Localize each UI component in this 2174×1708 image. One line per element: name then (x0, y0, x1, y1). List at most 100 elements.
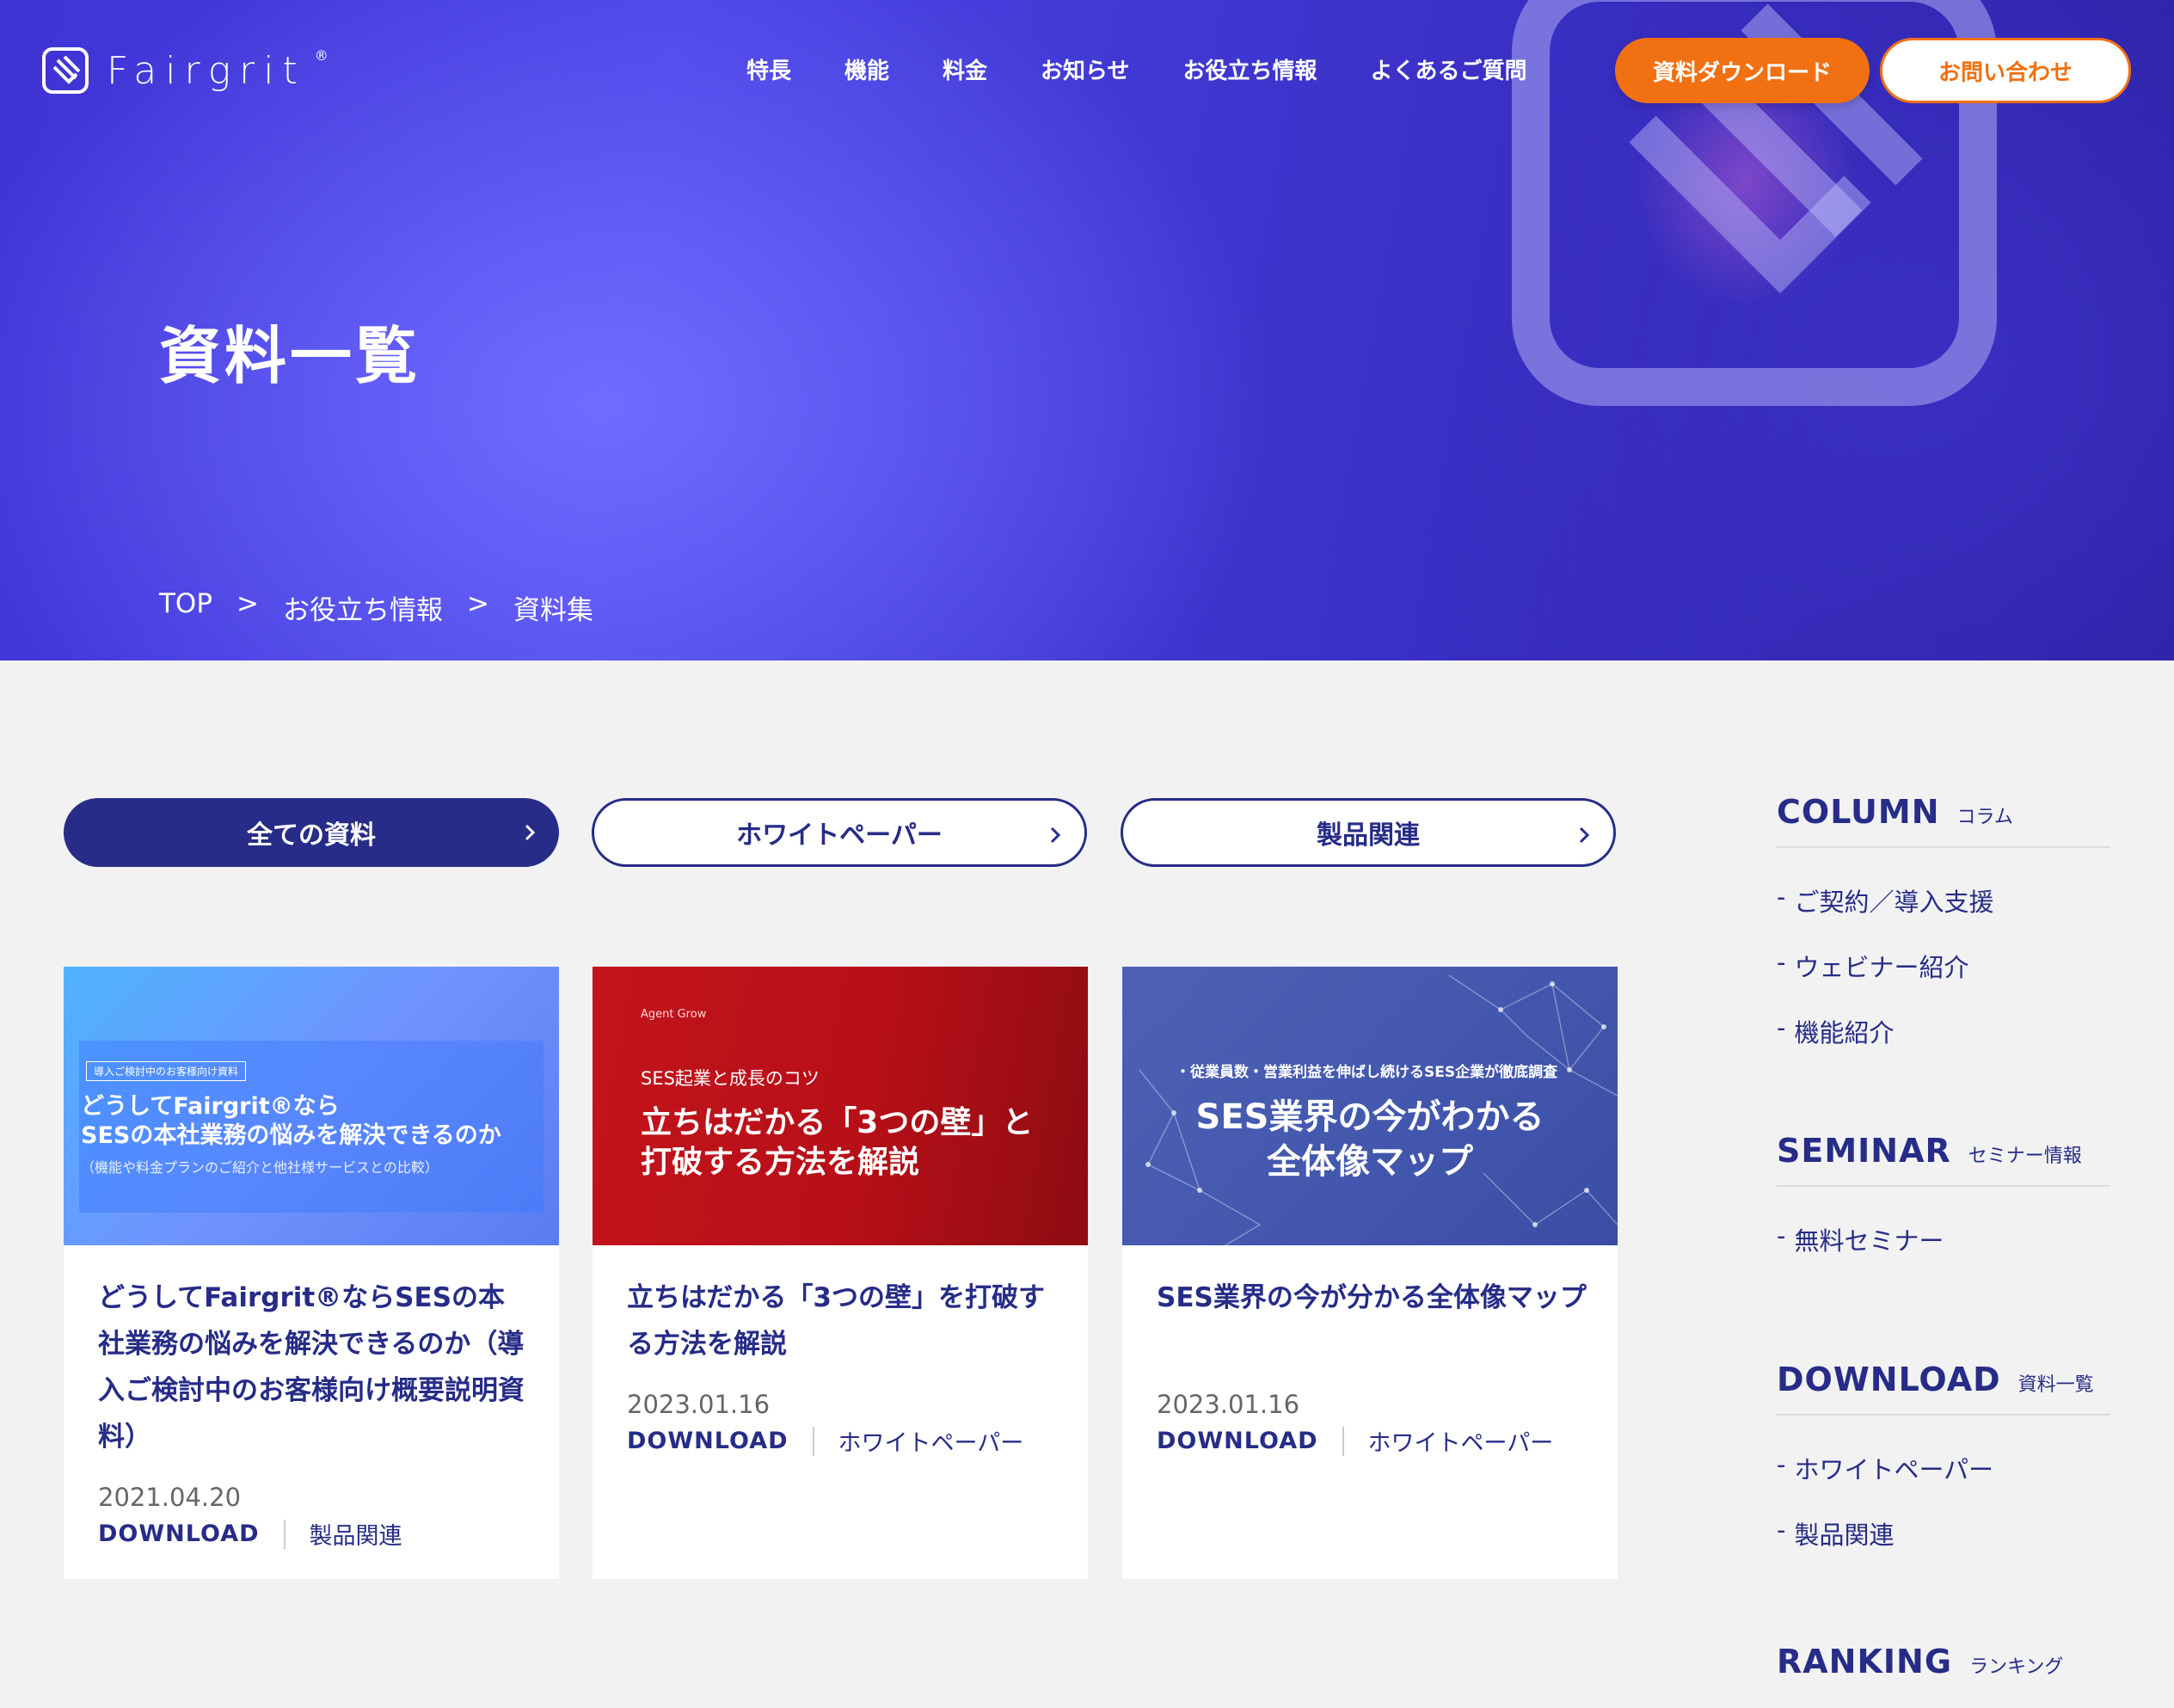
nav-pricing[interactable]: 料金 (943, 53, 987, 85)
sidebar-heading: DOWNLOAD 資料一覧 (1777, 1361, 2110, 1416)
site-logo[interactable]: Fairgrit ® (41, 46, 337, 95)
sidebar-list: - 無料セミナー (1777, 1221, 2110, 1257)
tab-label: 製品関連 (1317, 820, 1420, 851)
sidebar-heading-jp: コラム (1956, 807, 2013, 828)
material-card[interactable]: Agent Grow SES起業と成長のコツ 立ちはだかる「3つの壁」と 打破す… (593, 967, 1088, 1579)
sidebar-seminar: SEMINAR セミナー情報 - 無料セミナー (1777, 1132, 2110, 1257)
sidebar-heading: SEMINAR セミナー情報 (1777, 1132, 2110, 1187)
thumbnail-headline: SES業界の今がわかる (1195, 1097, 1545, 1137)
card-download-link[interactable]: DOWNLOAD (98, 1521, 260, 1547)
tab-label: 全ての資料 (247, 820, 376, 851)
sidebar-item-label: ホワイトペーパー (1794, 1455, 1994, 1484)
material-card[interactable]: 導入ご検討中のお客様向け資料 どうしてFairgrit®なら SESの本社業務の… (64, 967, 559, 1579)
chevron-right-icon (525, 824, 536, 841)
material-card[interactable]: ・従業員数・営業利益を伸ばし続けるSES企業が徹底調査 SES業界の今がわかる … (1122, 967, 1618, 1579)
card-date: 2023.01.16 (1157, 1390, 1300, 1419)
chevron-right-icon (1050, 826, 1061, 844)
card-title[interactable]: SES業界の今が分かる全体像マップ (1157, 1275, 1587, 1321)
sidebar-heading-jp: セミナー情報 (1968, 1146, 2082, 1167)
sidebar-item-webinar[interactable]: - ウェビナー紹介 (1777, 948, 2110, 984)
list-bullet: - (1777, 1013, 1786, 1042)
card-meta: DOWNLOAD ホワイトペーパー (1157, 1424, 1553, 1458)
list-bullet: - (1777, 1515, 1786, 1545)
card-category[interactable]: ホワイトペーパー (838, 1424, 1024, 1458)
sidebar-item-whitepaper[interactable]: - ホワイトペーパー (1777, 1450, 2110, 1486)
sidebar-column: COLUMN コラム - ご契約／導入支援 - ウェビナー紹介 - 機能紹介 (1777, 793, 2110, 1049)
tab-whitepaper[interactable]: ホワイトペーパー (592, 798, 1087, 867)
breadcrumb-resources[interactable]: お役立ち情報 (283, 588, 443, 627)
hero-banner: Fairgrit ® 特長 機能 料金 お知らせ お役立ち情報 よくあるご質問 … (0, 0, 2174, 660)
thumbnail-subline: ・従業員数・営業利益を伸ばし続けるSES企業が徹底調査 (1176, 1064, 1558, 1081)
thumbnail-brand: Agent Grow (641, 1008, 707, 1021)
logo-registered-mark: ® (314, 46, 329, 64)
card-title[interactable]: 立ちはだかる「3つの壁」を打破する方法を解説 (627, 1275, 1057, 1367)
thumbnail-headline: 立ちはだかる「3つの壁」と (641, 1105, 1034, 1140)
meta-divider (812, 1426, 814, 1456)
sidebar-heading-jp: 資料一覧 (2017, 1374, 2094, 1396)
sidebar-ranking: RANKING ランキング (1777, 1643, 2110, 1696)
contact-button[interactable]: お問い合わせ (1880, 38, 2131, 103)
sidebar-heading-en: COLUMN (1777, 793, 1940, 831)
nav-faq[interactable]: よくあるご質問 (1371, 53, 1527, 85)
card-category[interactable]: ホワイトペーパー (1368, 1424, 1554, 1458)
thumbnail-subline: （機能や料金プランのご紹介と他社様サービスとの比較） (81, 1159, 439, 1176)
nav-functions[interactable]: 機能 (844, 53, 889, 85)
sidebar-item-label: ご契約／導入支援 (1794, 888, 1994, 917)
list-bullet: - (1777, 1221, 1786, 1250)
breadcrumb-separator: > (236, 588, 260, 619)
list-bullet: - (1777, 1450, 1786, 1479)
sidebar-item-label: 無料セミナー (1794, 1226, 1944, 1256)
card-download-link[interactable]: DOWNLOAD (627, 1428, 789, 1454)
sidebar-heading-jp: ランキング (1969, 1656, 2064, 1678)
sidebar-download: DOWNLOAD 資料一覧 - ホワイトペーパー - 製品関連 (1777, 1361, 2110, 1551)
sidebar-item-free-seminar[interactable]: - 無料セミナー (1777, 1221, 2110, 1257)
card-meta: DOWNLOAD 製品関連 (98, 1517, 402, 1551)
thumbnail-headline: 打破する方法を解説 (641, 1145, 920, 1180)
tab-label: ホワイトペーパー (736, 820, 943, 851)
card-download-link[interactable]: DOWNLOAD (1157, 1428, 1318, 1454)
sidebar-item-contract-support[interactable]: - ご契約／導入支援 (1777, 882, 2110, 919)
sidebar-item-product-related[interactable]: - 製品関連 (1777, 1515, 2110, 1551)
card-meta: DOWNLOAD ホワイトペーパー (627, 1424, 1023, 1458)
sidebar-item-functions[interactable]: - 機能紹介 (1777, 1013, 2110, 1049)
sidebar-heading-en: DOWNLOAD (1777, 1361, 2001, 1398)
breadcrumb-top[interactable]: TOP (159, 588, 212, 627)
sidebar-item-label: ウェビナー紹介 (1794, 953, 1969, 982)
thumbnail-headline: 全体像マップ (1267, 1142, 1473, 1182)
sidebar-heading: RANKING ランキング (1777, 1643, 2110, 1696)
card-thumbnail[interactable]: Agent Grow SES起業と成長のコツ 立ちはだかる「3つの壁」と 打破す… (593, 967, 1088, 1245)
global-nav: 特長 機能 料金 お知らせ お役立ち情報 よくあるご質問 (746, 53, 1527, 85)
list-bullet: - (1777, 948, 1786, 977)
breadcrumb-separator: > (467, 588, 489, 619)
tab-all-materials[interactable]: 全ての資料 (64, 798, 559, 867)
download-materials-button[interactable]: 資料ダウンロード (1615, 38, 1870, 103)
sidebar-heading: COLUMN コラム (1777, 793, 2110, 848)
sidebar-heading-en: RANKING (1777, 1643, 1953, 1680)
card-title[interactable]: どうしてFairgrit®ならSESの本社業務の悩みを解決できるのか（導入ご検討… (98, 1275, 528, 1460)
logo-text: Fairgrit (107, 48, 306, 93)
nav-resources[interactable]: お役立ち情報 (1183, 53, 1317, 85)
thumbnail-subline: SES起業と成長のコツ (641, 1068, 820, 1089)
logo-mark-icon (42, 47, 89, 94)
card-thumbnail[interactable]: 導入ご検討中のお客様向け資料 どうしてFairgrit®なら SESの本社業務の… (64, 967, 559, 1245)
nav-news[interactable]: お知らせ (1041, 53, 1129, 85)
page-title: 資料一覧 (159, 320, 421, 392)
sidebar-item-label: 製品関連 (1794, 1521, 1895, 1550)
breadcrumb: TOP > お役立ち情報 > 資料集 (159, 588, 593, 627)
list-bullet: - (1777, 882, 1786, 912)
card-thumbnail[interactable]: ・従業員数・営業利益を伸ばし続けるSES企業が徹底調査 SES業界の今がわかる … (1122, 967, 1618, 1245)
thumbnail-tag: 導入ご検討中のお客様向け資料 (86, 1061, 247, 1081)
card-date: 2021.04.20 (98, 1483, 242, 1512)
meta-divider (1342, 1426, 1344, 1456)
card-category[interactable]: 製品関連 (310, 1517, 402, 1551)
sidebar-heading-en: SEMINAR (1777, 1132, 1951, 1170)
thumbnail-headline: SESの本社業務の悩みを解決できるのか (81, 1122, 501, 1149)
sidebar-list: - ホワイトペーパー - 製品関連 (1777, 1450, 2110, 1551)
card-date: 2023.01.16 (627, 1390, 771, 1419)
nav-features[interactable]: 特長 (746, 53, 791, 85)
chevron-right-icon (1579, 826, 1590, 844)
meta-divider (283, 1519, 286, 1549)
tab-product-related[interactable]: 製品関連 (1121, 798, 1616, 867)
breadcrumb-current: 資料集 (513, 595, 593, 626)
sidebar-item-label: 機能紹介 (1794, 1018, 1895, 1048)
